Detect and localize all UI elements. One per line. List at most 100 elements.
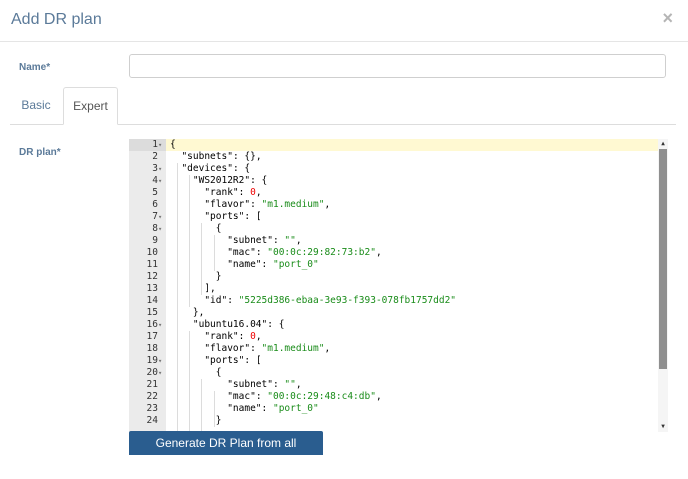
scrollbar-thumb[interactable] <box>659 149 667 369</box>
code-text[interactable]: "ubuntu16.04": { <box>170 319 285 331</box>
code-text[interactable]: "WS2012R2": { <box>170 175 267 187</box>
code-text[interactable]: "ports": [ <box>170 211 261 223</box>
code-text[interactable]: { <box>170 139 176 151</box>
code-text[interactable]: "flavor": "m1.medium", <box>170 199 330 211</box>
scroll-up-icon[interactable]: ▲ <box>658 139 668 149</box>
indent-guide <box>201 379 202 432</box>
fold-icon[interactable]: ▾ <box>158 355 166 367</box>
code-line: 23 "name": "port_0" <box>129 403 658 415</box>
code-token: , <box>295 379 302 390</box>
line-number-text: 3 <box>152 163 158 174</box>
line-number: 4▾ <box>129 175 166 187</box>
code-text[interactable]: "name": "port_0" <box>170 259 319 271</box>
indent-guide <box>177 163 178 432</box>
fold-icon[interactable]: ▾ <box>158 139 166 151</box>
tab-expert[interactable]: Expert <box>63 87 118 125</box>
line-number: 16▾ <box>129 319 166 331</box>
line-number: 19▾ <box>129 355 166 367</box>
code-text[interactable]: "rank": 0, <box>170 187 261 199</box>
code-token: : { <box>267 319 285 330</box>
code-text[interactable]: "flavor": "m1.medium", <box>170 343 330 355</box>
code-text[interactable]: "name": "port_0" <box>170 403 319 415</box>
line-number: 13 <box>129 283 166 295</box>
tab-basic[interactable]: Basic <box>10 87 62 124</box>
code-line: 8▾ { <box>129 223 658 235</box>
line-number-text: 21 <box>146 379 158 390</box>
fold-icon[interactable]: ▾ <box>158 163 166 175</box>
code-token: : { <box>250 175 268 186</box>
code-token: , <box>324 343 331 354</box>
fold-icon[interactable]: ▾ <box>158 319 166 331</box>
generate-dr-plan-button[interactable]: Generate DR Plan from all machines <box>129 431 323 474</box>
code-line: 18 "flavor": "m1.medium", <box>129 343 658 355</box>
code-token: : <box>238 331 251 342</box>
line-number-text: 5 <box>152 187 158 198</box>
code-text[interactable]: "ports": [ <box>170 355 261 367</box>
line-number: 24 <box>129 415 166 427</box>
tab-bar: Basic Expert <box>10 87 676 125</box>
code-line: 20▾ { <box>129 367 658 379</box>
line-number: 8▾ <box>129 223 166 235</box>
code-text[interactable]: "devices": { <box>170 163 250 175</box>
indent-guide <box>189 175 190 307</box>
indent-guide <box>201 223 202 295</box>
code-token: "00:0c:29:82:73:b2" <box>267 247 376 258</box>
code-token: "flavor" <box>204 199 251 210</box>
indent-guide <box>214 391 215 427</box>
code-token: , <box>375 391 382 402</box>
editor-scrollbar[interactable]: ▲ ▼ <box>658 139 668 432</box>
code-text[interactable]: "id": "5225d386-ebaa-3e93-f393-078fb1757… <box>170 295 456 307</box>
code-token: : <box>250 343 262 354</box>
code-token: , <box>295 235 302 246</box>
line-number: 3▾ <box>129 163 166 175</box>
code-line: 15 }, <box>129 307 658 319</box>
line-number: 7▾ <box>129 211 166 223</box>
dr-plan-label: DR plan* <box>19 147 61 158</box>
code-token: : <box>261 403 273 414</box>
code-token: "id" <box>204 295 228 306</box>
name-input[interactable] <box>129 54 666 78</box>
code-token: "m1.medium" <box>261 199 325 210</box>
code-token: "ports" <box>204 355 245 366</box>
dialog-title: Add DR plan <box>11 11 102 28</box>
line-number: 23 <box>129 403 166 415</box>
line-number: 22 <box>129 391 166 403</box>
code-token: "rank" <box>204 331 239 342</box>
code-text[interactable]: "rank": 0, <box>170 331 262 343</box>
code-token: "00:0c:29:48:c4:db" <box>267 391 376 402</box>
line-number: 14 <box>129 295 166 307</box>
line-number-text: 6 <box>152 199 158 210</box>
code-token: : <box>261 259 273 270</box>
code-text[interactable]: }, <box>170 307 204 319</box>
line-number: 15 <box>129 307 166 319</box>
close-icon[interactable]: × <box>662 8 673 29</box>
indent-guide <box>214 235 215 271</box>
code-token: : <box>227 295 239 306</box>
line-number-text: 7 <box>152 211 158 222</box>
line-number-text: 2 <box>152 151 158 162</box>
code-line: 7▾ "ports": [ <box>129 211 658 223</box>
line-number: 21 <box>129 379 166 391</box>
code-token: , <box>255 331 262 342</box>
fold-icon[interactable]: ▾ <box>158 367 166 379</box>
code-token: "rank" <box>204 187 239 198</box>
line-number-text: 4 <box>152 175 158 186</box>
line-number-text: 15 <box>146 307 158 318</box>
code-line: 9 "subnet": "", <box>129 235 658 247</box>
fold-icon[interactable]: ▾ <box>158 223 166 235</box>
line-number: 5 <box>129 187 166 199</box>
code-line: 6 "flavor": "m1.medium", <box>129 199 658 211</box>
code-token: "mac" <box>227 247 256 258</box>
code-token: }, <box>170 307 205 318</box>
fold-icon[interactable]: ▾ <box>158 175 166 187</box>
line-number: 11 <box>129 259 166 271</box>
code-line: 16▾ "ubuntu16.04": { <box>129 319 658 331</box>
scroll-down-icon[interactable]: ▼ <box>658 422 668 432</box>
fold-icon[interactable]: ▾ <box>158 211 166 223</box>
line-number: 10 <box>129 247 166 259</box>
json-editor[interactable]: 1▾{2 "subnets": {}, 3▾ "devices": {4▾ "WS… <box>129 139 668 432</box>
code-text[interactable]: "subnets": {}, <box>170 151 261 163</box>
